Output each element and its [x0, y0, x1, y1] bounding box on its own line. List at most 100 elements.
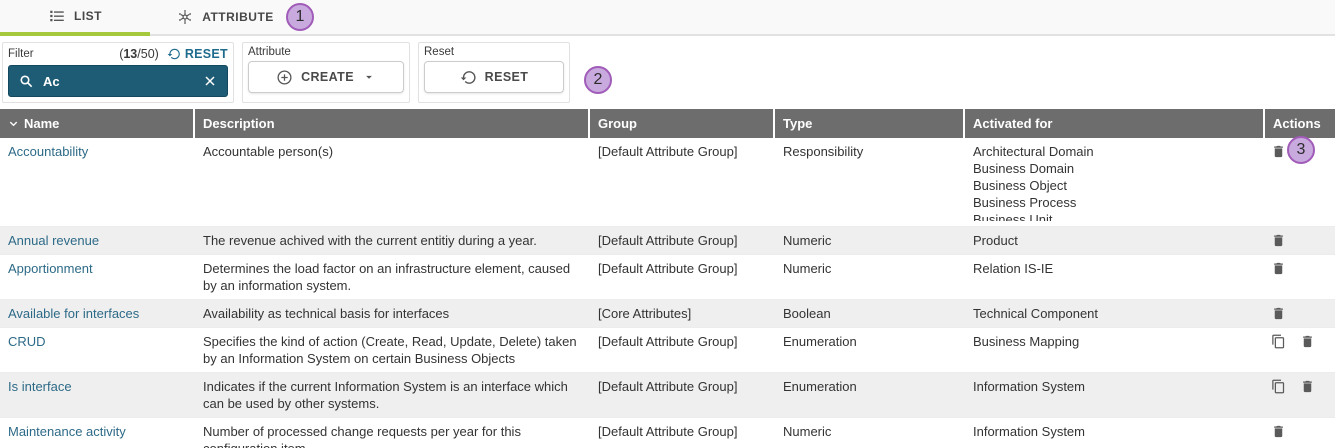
column-header-type[interactable]: Type	[775, 109, 965, 138]
row-actions	[1265, 328, 1335, 372]
tab-list-label: LIST	[74, 9, 102, 23]
row-actions	[1265, 227, 1335, 254]
delete-icon[interactable]	[1271, 233, 1286, 248]
row-activated-for: Relation IS-IE	[965, 255, 1265, 299]
row-type: Boolean	[775, 300, 965, 327]
cell-name: Maintenance activity	[0, 418, 195, 448]
row-group: [Default Attribute Group]	[590, 227, 775, 254]
filter-reset-label: RESET	[185, 47, 228, 61]
tab-bar: LIST ATTRIBUTE 1	[0, 0, 1335, 36]
row-description: The revenue achived with the current ent…	[195, 227, 590, 254]
tab-list[interactable]: LIST	[0, 0, 150, 36]
column-header-description[interactable]: Description	[195, 109, 590, 138]
reset-button-label: RESET	[485, 70, 529, 84]
row-type: Enumeration	[775, 373, 965, 417]
row-activated-for: Technical Component	[965, 300, 1265, 327]
tab-attribute[interactable]: ATTRIBUTE	[150, 0, 300, 34]
search-icon	[18, 73, 34, 89]
cell-name: Apportionment	[0, 255, 195, 299]
plus-circle-icon	[276, 69, 293, 86]
row-type: Enumeration	[775, 328, 965, 372]
chevron-down-icon	[362, 70, 376, 84]
delete-icon[interactable]	[1271, 144, 1286, 159]
cell-name: CRUD	[0, 328, 195, 372]
row-description: Specifies the kind of action (Create, Re…	[195, 328, 590, 372]
row-actions	[1265, 300, 1335, 327]
filter-reset-link[interactable]: RESET	[167, 47, 228, 61]
row-description: Indicates if the current Information Sys…	[195, 373, 590, 417]
undo-icon	[167, 47, 181, 61]
cell-name: Accountability	[0, 138, 195, 226]
column-header-actions: Actions	[1265, 109, 1335, 138]
annotation-step-1: 1	[286, 3, 314, 31]
attribute-name-link[interactable]: Apportionment	[8, 261, 93, 276]
row-type: Responsibility	[775, 138, 965, 226]
delete-icon[interactable]	[1271, 306, 1286, 321]
row-actions	[1265, 255, 1335, 299]
close-icon[interactable]	[202, 73, 218, 89]
row-activated-for: Product	[965, 227, 1265, 254]
reset-group: Reset RESET	[418, 42, 570, 103]
copy-icon[interactable]	[1271, 379, 1286, 394]
attribute-name-link[interactable]: Is interface	[8, 379, 72, 394]
cell-name: Available for interfaces	[0, 300, 195, 327]
toolbar: Filter (13/50) RESET	[0, 36, 1335, 107]
row-activated-for: Information System	[965, 373, 1265, 417]
attribute-name-link[interactable]: Maintenance activity	[8, 424, 126, 439]
tab-attribute-label: ATTRIBUTE	[202, 10, 274, 24]
row-description: Availability as technical basis for inte…	[195, 300, 590, 327]
row-activated-for: Business Mapping	[965, 328, 1265, 372]
delete-icon[interactable]	[1271, 261, 1286, 276]
row-description: Number of processed change requests per …	[195, 418, 590, 448]
table-body: Accountability Accountable person(s) [De…	[0, 138, 1335, 448]
row-description: Accountable person(s)	[195, 138, 590, 226]
row-type: Numeric	[775, 227, 965, 254]
attribute-name-link[interactable]: CRUD	[8, 334, 46, 349]
row-actions	[1265, 373, 1335, 417]
row-group: [Default Attribute Group]	[590, 373, 775, 417]
attribute-name-link[interactable]: Available for interfaces	[8, 306, 139, 321]
filter-search-box	[8, 65, 228, 97]
delete-icon[interactable]	[1271, 424, 1286, 439]
copy-icon[interactable]	[1271, 334, 1286, 349]
cell-name: Is interface	[0, 373, 195, 417]
column-header-name[interactable]: Name	[0, 109, 195, 138]
table-row: Maintenance activity Number of processed…	[0, 418, 1335, 448]
row-group: [Default Attribute Group]	[590, 255, 775, 299]
undo-icon	[460, 69, 477, 86]
column-header-activated-for[interactable]: Activated for	[965, 109, 1265, 138]
column-header-group[interactable]: Group	[590, 109, 775, 138]
row-description: Determines the load factor on an infrast…	[195, 255, 590, 299]
table-row: Available for interfaces Availability as…	[0, 300, 1335, 328]
attribute-group: Attribute CREATE	[242, 42, 410, 103]
filter-group: Filter (13/50) RESET	[2, 42, 234, 103]
attribute-name-link[interactable]: Accountability	[8, 144, 88, 159]
table-row: CRUD Specifies the kind of action (Creat…	[0, 328, 1335, 373]
attribute-group-label: Attribute	[248, 46, 404, 58]
row-activated-for: Architectural DomainBusiness DomainBusin…	[965, 138, 1265, 226]
delete-icon[interactable]	[1300, 379, 1315, 394]
cell-name: Annual revenue	[0, 227, 195, 254]
create-button-label: CREATE	[301, 70, 354, 84]
row-type: Numeric	[775, 255, 965, 299]
table-row: Is interface Indicates if the current In…	[0, 373, 1335, 418]
row-actions	[1265, 418, 1335, 448]
reset-button[interactable]: RESET	[424, 61, 564, 93]
attribute-name-link[interactable]: Annual revenue	[8, 233, 99, 248]
row-type: Numeric	[775, 418, 965, 448]
delete-icon[interactable]	[1300, 334, 1315, 349]
row-group: [Default Attribute Group]	[590, 418, 775, 448]
reset-group-label: Reset	[424, 46, 564, 58]
filter-result-count: (13/50)	[119, 47, 159, 61]
row-group: [Core Attributes]	[590, 300, 775, 327]
table-row: Apportionment Determines the load factor…	[0, 255, 1335, 300]
table-row: Accountability Accountable person(s) [De…	[0, 138, 1335, 227]
attributes-admin-panel: LIST ATTRIBUTE 1 Filter	[0, 0, 1335, 448]
filter-search-input[interactable]	[41, 73, 195, 90]
create-attribute-button[interactable]: CREATE	[248, 61, 404, 93]
table-header: Name Description Group Type Activated fo…	[0, 109, 1335, 138]
attribute-hub-icon	[176, 8, 194, 26]
filter-group-label: Filter	[8, 48, 34, 60]
annotation-step-2: 2	[584, 66, 612, 94]
list-icon	[48, 7, 66, 25]
